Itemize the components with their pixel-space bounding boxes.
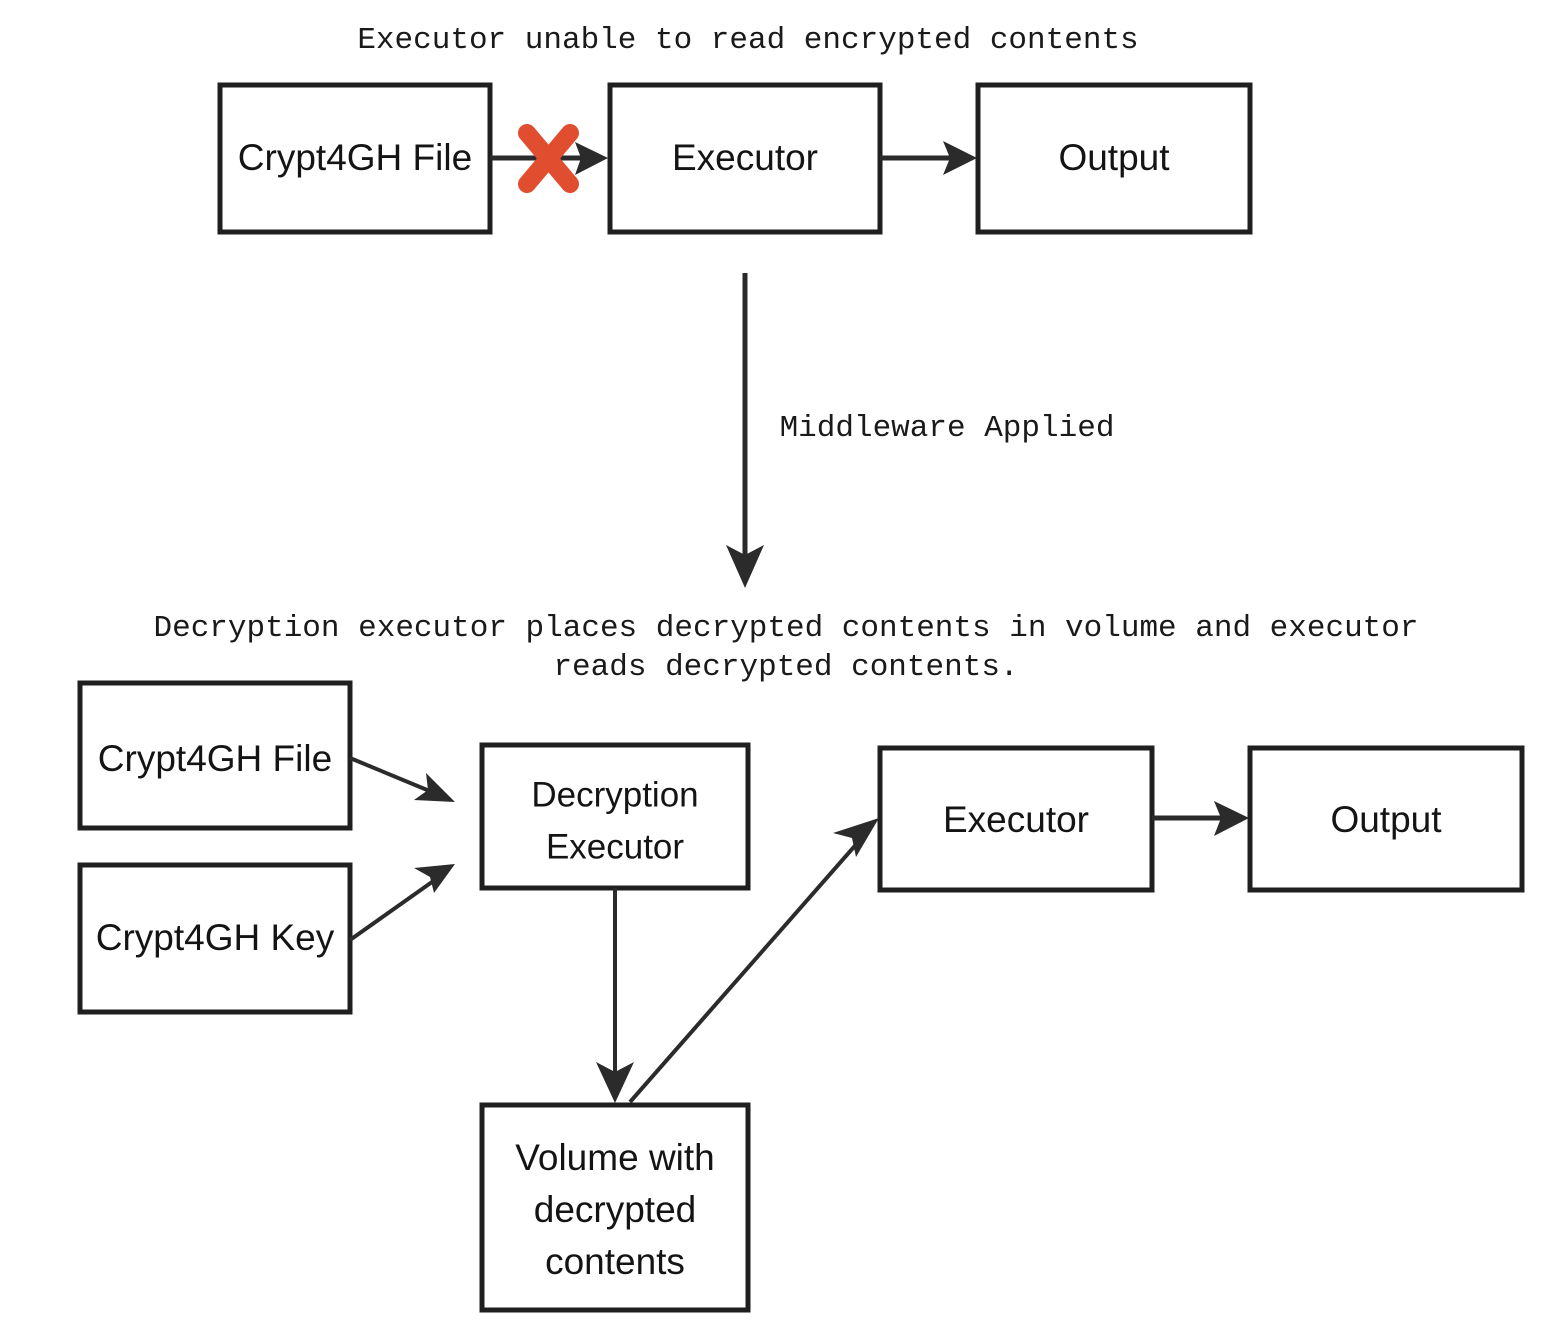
- edge-executor-to-output-bottom: [1152, 801, 1249, 836]
- node-executor-bottom[interactable]: Executor: [877, 745, 1155, 893]
- edge-middleware-transition: [726, 273, 764, 588]
- node-label: Crypt4GH File: [98, 738, 332, 779]
- node-crypt4gh-key-bottom[interactable]: Crypt4GH Key: [77, 862, 353, 1015]
- bottom-caption-line1: Decryption executor places decrypted con…: [153, 611, 1418, 646]
- edge-file-to-decryption-executor: [349, 756, 455, 802]
- diagram-canvas: Executor unable to read encrypted conten…: [0, 0, 1562, 1344]
- node-decryption-executor[interactable]: Decryption Executor: [479, 742, 751, 891]
- middleware-applied-label: Middleware Applied: [780, 411, 1115, 446]
- node-label-line3: contents: [545, 1241, 685, 1282]
- node-label-line1: Decryption: [531, 775, 698, 814]
- node-label-line1: Volume with: [515, 1137, 715, 1178]
- node-label: Crypt4GH Key: [96, 917, 335, 958]
- node-crypt4gh-file-top[interactable]: Crypt4GH File: [217, 82, 493, 235]
- encryption-middleware-diagram: Executor unable to read encrypted conten…: [77, 23, 1525, 1313]
- node-output-bottom[interactable]: Output: [1247, 745, 1525, 893]
- top-caption: Executor unable to read encrypted conten…: [357, 23, 1138, 58]
- bottom-caption-line2: reads decrypted contents.: [553, 650, 1018, 685]
- edge-key-to-decryption-executor: [348, 864, 455, 942]
- edge-line: [348, 880, 434, 942]
- edge-decryption-executor-to-volume: [596, 888, 634, 1103]
- node-label: Output: [1058, 137, 1170, 178]
- arrow-head-icon: [833, 818, 879, 857]
- node-output-top[interactable]: Output: [975, 82, 1253, 235]
- node-label-line2: Executor: [546, 827, 684, 866]
- node-label: Output: [1330, 799, 1442, 840]
- edge-executor-to-output-top: [880, 141, 977, 175]
- node-crypt4gh-file-bottom[interactable]: Crypt4GH File: [77, 680, 353, 831]
- node-executor-top[interactable]: Executor: [607, 82, 883, 235]
- edge-line: [349, 756, 433, 794]
- node-label: Executor: [672, 137, 818, 178]
- node-box: [479, 742, 751, 891]
- node-volume-decrypted[interactable]: Volume with decrypted contents: [479, 1102, 751, 1313]
- node-label-line2: decrypted: [534, 1189, 697, 1230]
- node-label: Executor: [943, 799, 1089, 840]
- node-label: Crypt4GH File: [238, 137, 472, 178]
